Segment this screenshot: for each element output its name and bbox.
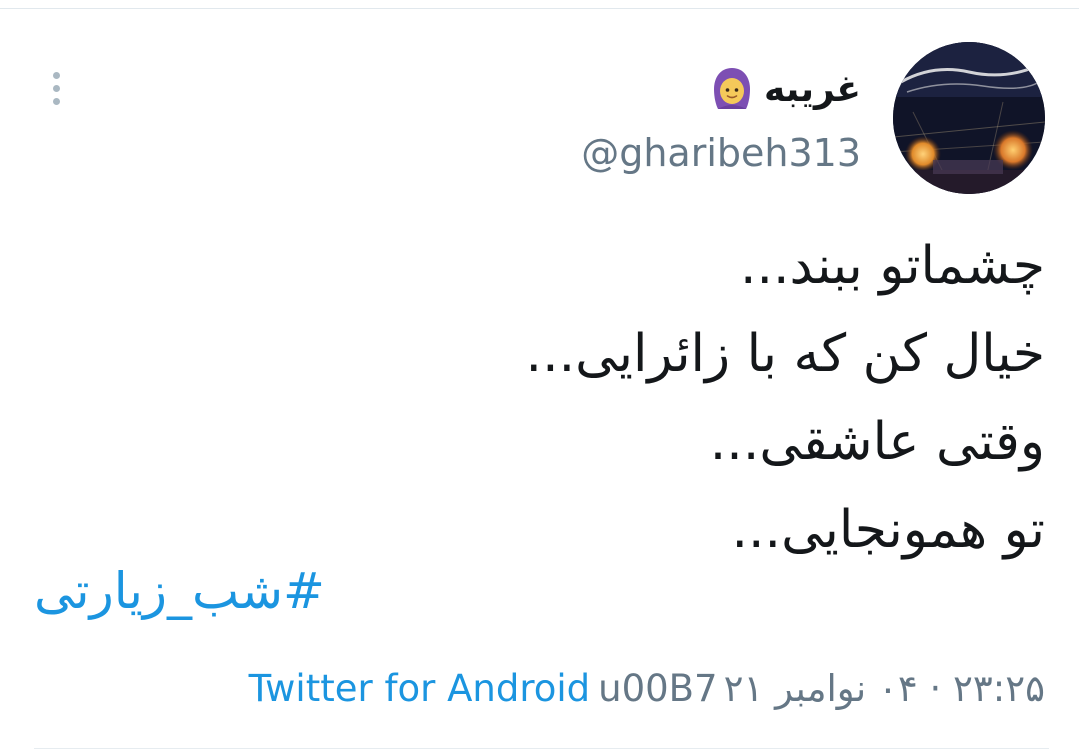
more-dot-icon [52, 84, 60, 92]
tweet-timestamp[interactable]: ۲۳:۲۵ · ۰۴ نوامبر ۲۱ [724, 667, 1045, 710]
more-dot-icon [52, 71, 60, 79]
tweet-text-line: خیال کن که با زائرایی... [525, 324, 1045, 384]
meta-separator: u00B7 [598, 666, 718, 710]
woman-with-headscarf-icon [708, 65, 756, 113]
author-display-name[interactable]: غریبه [764, 69, 861, 110]
tweet-text: چشماتو ببند... خیال کن که با زائرایی... … [45, 222, 1045, 574]
tweet-text-line: وقتی عاشقی... [709, 412, 1045, 472]
hashtag-link[interactable]: #شب_زیارتی [34, 562, 325, 620]
top-divider [0, 8, 1079, 9]
source-link[interactable]: Twitter for Android [249, 667, 590, 710]
tweet-text-line: چشماتو ببند... [739, 236, 1045, 296]
more-options-button[interactable] [40, 66, 72, 110]
avatar[interactable] [893, 42, 1045, 194]
bottom-divider [34, 748, 1049, 749]
author-handle[interactable]: @gharibeh313 [581, 131, 861, 175]
tweet-meta: Twitter for Android u00B7 ۲۳:۲۵ · ۰۴ نوا… [249, 660, 1045, 716]
author-name-row[interactable]: غریبه [708, 64, 861, 114]
tweet-text-line: تو همونجایی... [731, 500, 1046, 560]
more-dot-icon [52, 97, 60, 105]
